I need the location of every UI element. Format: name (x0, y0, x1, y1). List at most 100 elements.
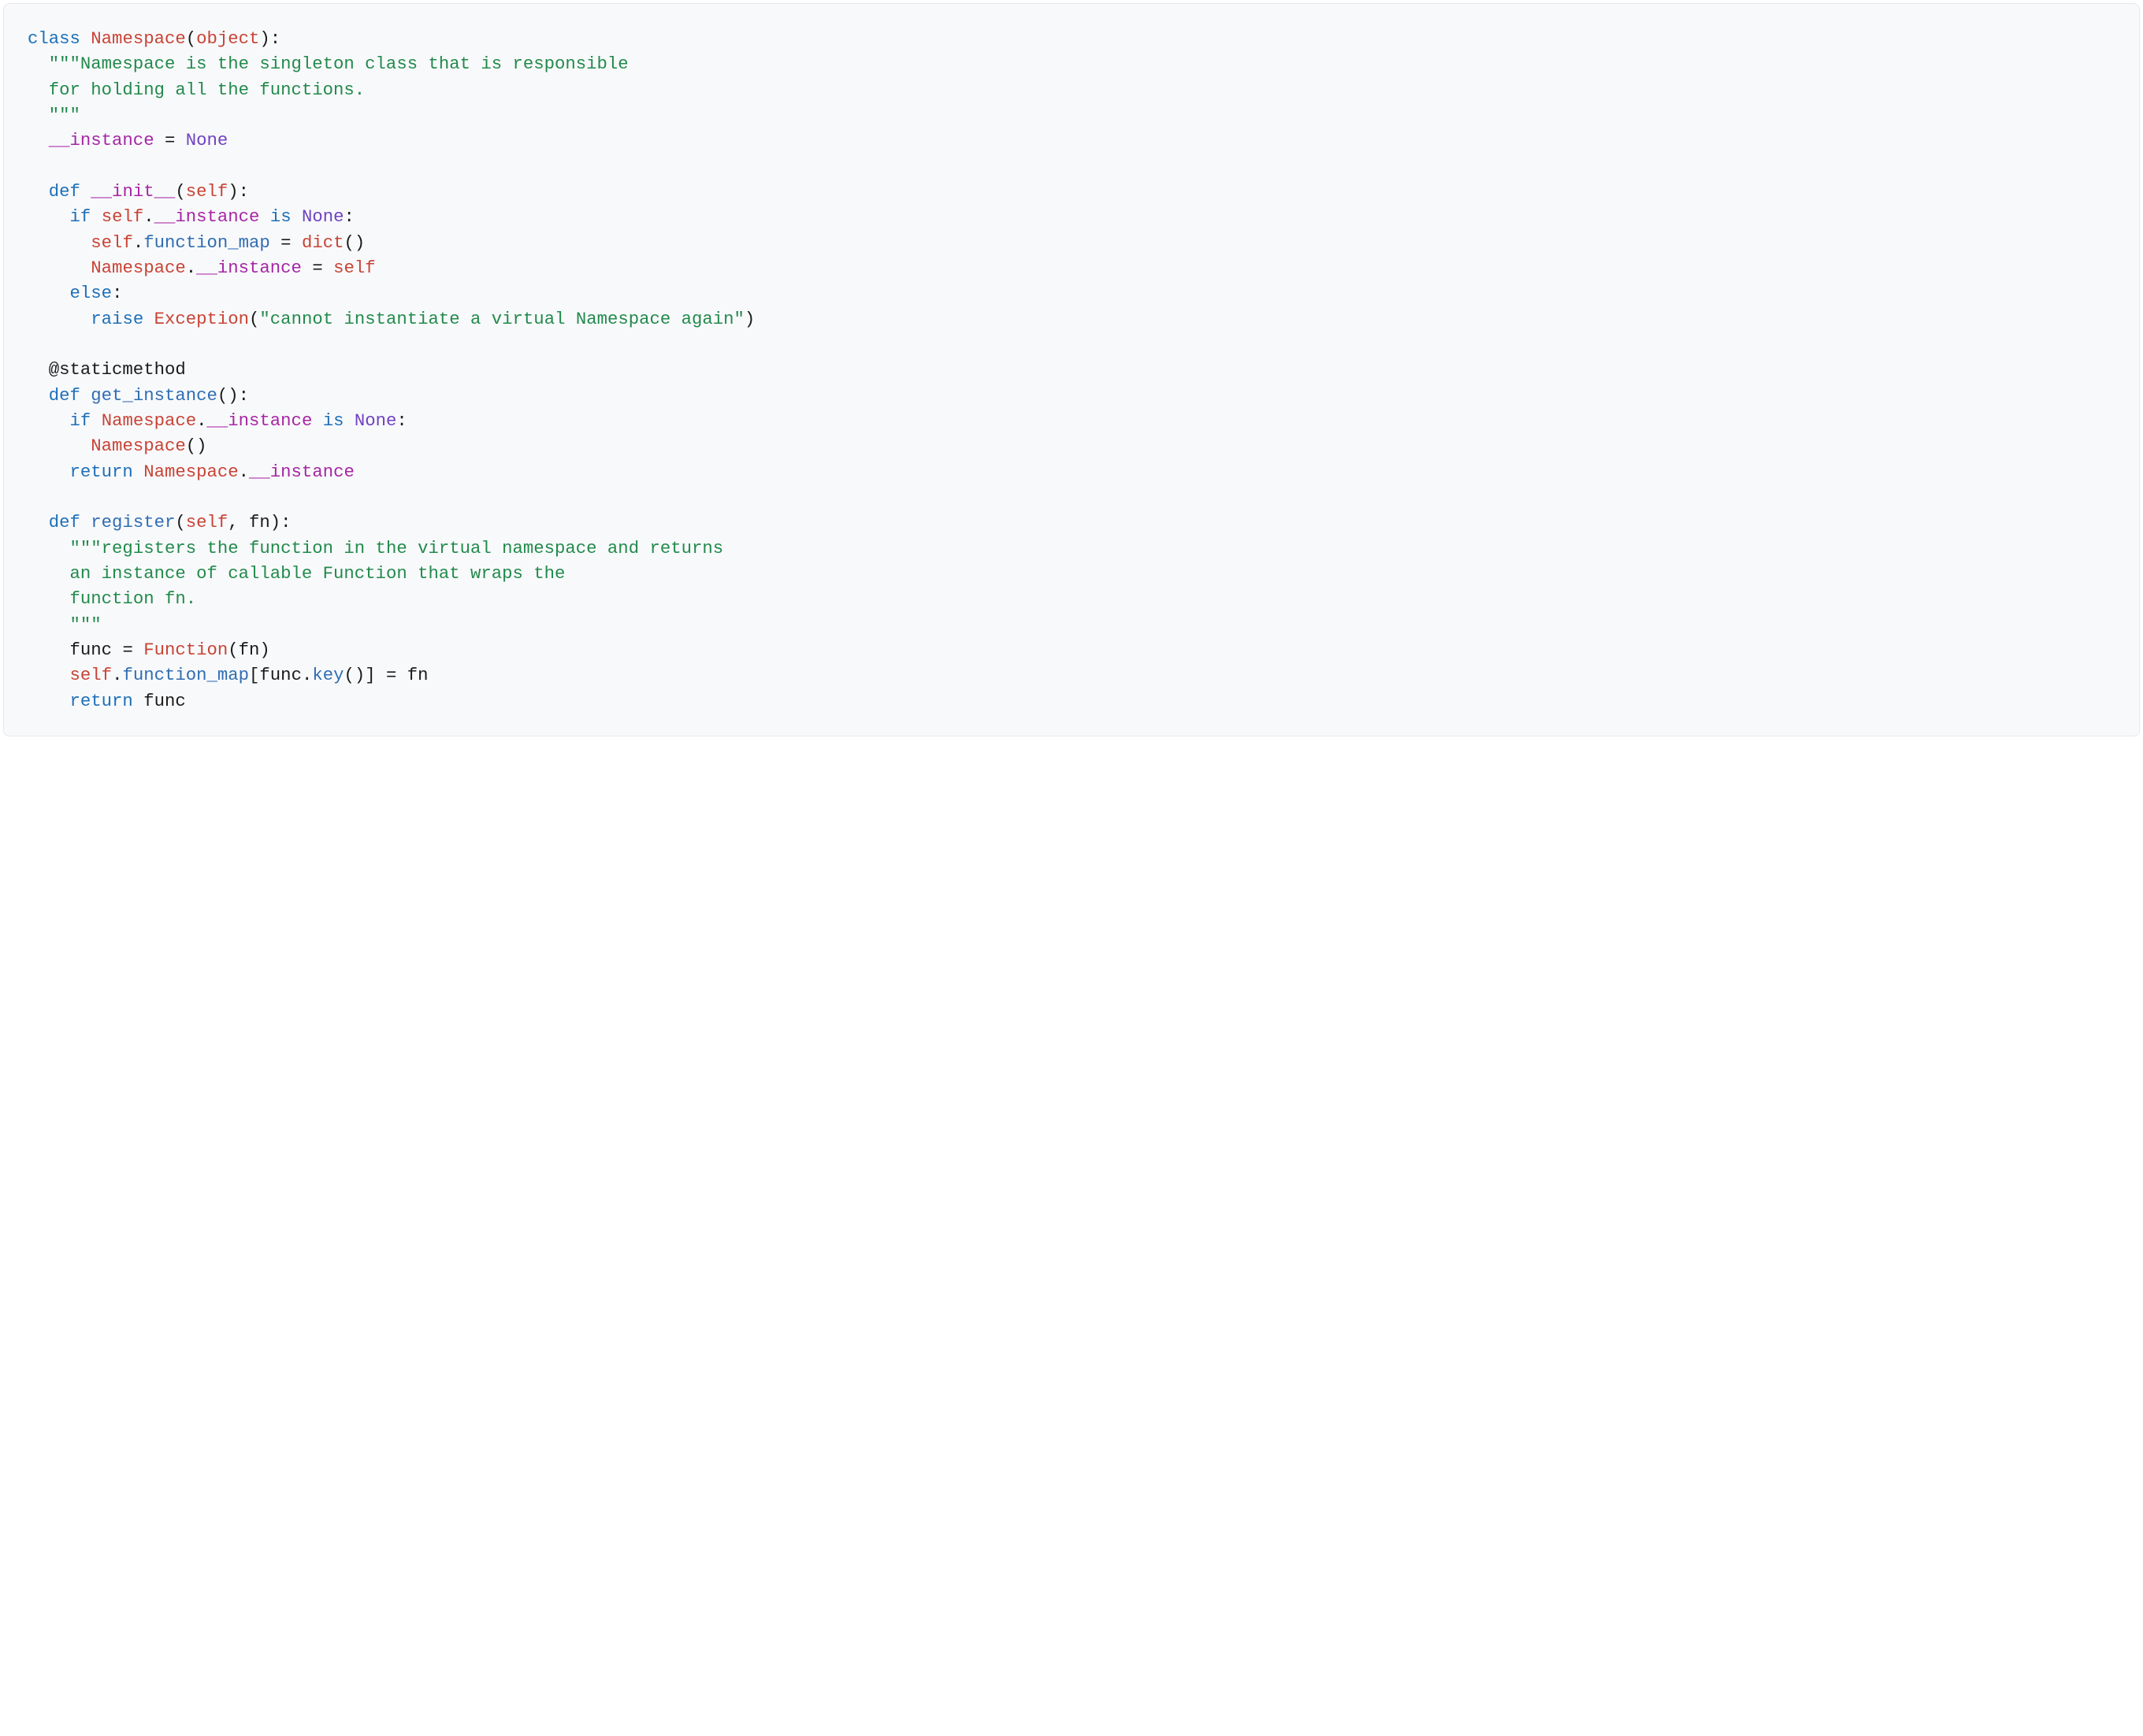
code-token: self (91, 232, 133, 253)
code-token (28, 309, 91, 329)
code-token: __instance (49, 130, 154, 150)
code-token: if (70, 410, 102, 431)
code-token: key (312, 665, 344, 685)
code-token: ): (228, 181, 249, 202)
code-token: [ (249, 665, 259, 685)
code-block: class Namespace(object): """Namespace is… (3, 3, 2140, 736)
code-token (28, 588, 70, 609)
code-token: = (270, 232, 302, 253)
code-token: . (186, 258, 196, 278)
code-token (28, 130, 49, 150)
code-token: () (186, 436, 207, 456)
code-token: return (70, 462, 144, 482)
code-token: Namespace (102, 410, 196, 431)
code-token: __instance (207, 410, 313, 431)
code-token (28, 410, 70, 431)
code-token: Namespace (143, 462, 238, 482)
code-token: """Namespace is the singleton class that… (49, 54, 629, 74)
code-token (28, 538, 70, 558)
code-token: func (143, 691, 186, 711)
code-token (28, 614, 70, 635)
code-token: () (344, 232, 365, 253)
code-token: else (70, 283, 113, 303)
code-token: ( (175, 512, 185, 532)
code-token: : (344, 206, 355, 227)
code-token: fn (407, 665, 429, 685)
code-token (344, 410, 354, 431)
code-token: __instance (154, 206, 260, 227)
code-token: self (186, 512, 228, 532)
code-token: = (112, 640, 143, 660)
code-token: def (49, 512, 91, 532)
code-token: None (355, 410, 397, 431)
code-token (28, 563, 70, 584)
code-token: object (196, 28, 259, 49)
code-token: __init__ (91, 181, 175, 202)
code-content: class Namespace(object): """Namespace is… (28, 26, 2115, 714)
code-token: if (70, 206, 102, 227)
code-token (28, 206, 70, 227)
code-token: ( (228, 640, 238, 660)
code-token: . (196, 410, 206, 431)
code-token (28, 512, 49, 532)
code-token: = (154, 130, 186, 150)
code-token: function_map (143, 232, 270, 253)
code-token: self (102, 206, 144, 227)
code-token: ()] = (344, 665, 407, 685)
code-token: Exception (154, 309, 249, 329)
code-token: : (112, 283, 122, 303)
code-token: """ (70, 614, 102, 635)
code-token (28, 462, 70, 482)
code-token: __instance (196, 258, 302, 278)
code-token: ): (259, 28, 280, 49)
code-token (28, 640, 70, 660)
code-token: function_map (122, 665, 249, 685)
code-token: . (302, 665, 312, 685)
code-token: "cannot instantiate a virtual Namespace … (259, 309, 745, 329)
code-token: (): (217, 385, 249, 406)
code-token: Namespace (91, 28, 185, 49)
code-token (28, 258, 91, 278)
code-token: func (259, 665, 302, 685)
code-token: """ (49, 105, 80, 125)
code-token: ) (259, 640, 269, 660)
code-token: self (333, 258, 376, 278)
code-token: class (28, 28, 91, 49)
code-token (28, 232, 91, 253)
code-token: raise (91, 309, 154, 329)
code-token: @staticmethod (49, 359, 186, 380)
code-token (28, 385, 49, 406)
code-token: . (133, 232, 143, 253)
code-token: return (70, 691, 144, 711)
code-token: ( (249, 309, 259, 329)
code-token: self (186, 181, 228, 202)
code-token: . (239, 462, 249, 482)
code-token: is (270, 206, 292, 227)
code-token: , (228, 512, 249, 532)
code-token: ) (745, 309, 755, 329)
code-token (28, 359, 49, 380)
code-token (28, 181, 49, 202)
code-token (28, 105, 49, 125)
code-token: Namespace (91, 258, 185, 278)
code-token: __instance (249, 462, 355, 482)
code-token: . (112, 665, 122, 685)
code-token: self (70, 665, 113, 685)
code-token (28, 691, 70, 711)
code-token: def (49, 385, 91, 406)
code-token: def (49, 181, 91, 202)
code-token: """registers the function in the virtual… (70, 538, 724, 558)
code-token (28, 665, 70, 685)
code-token: an instance of callable Function that wr… (70, 563, 566, 584)
code-token: function fn. (70, 588, 197, 609)
code-token (28, 436, 91, 456)
code-token: get_instance (91, 385, 217, 406)
code-token: Function (143, 640, 228, 660)
code-token: register (91, 512, 175, 532)
code-token: ( (175, 181, 185, 202)
code-token: Namespace (91, 436, 185, 456)
code-token: ): (270, 512, 292, 532)
code-token: : (396, 410, 407, 431)
code-token: fn (249, 512, 270, 532)
code-token (28, 80, 49, 100)
